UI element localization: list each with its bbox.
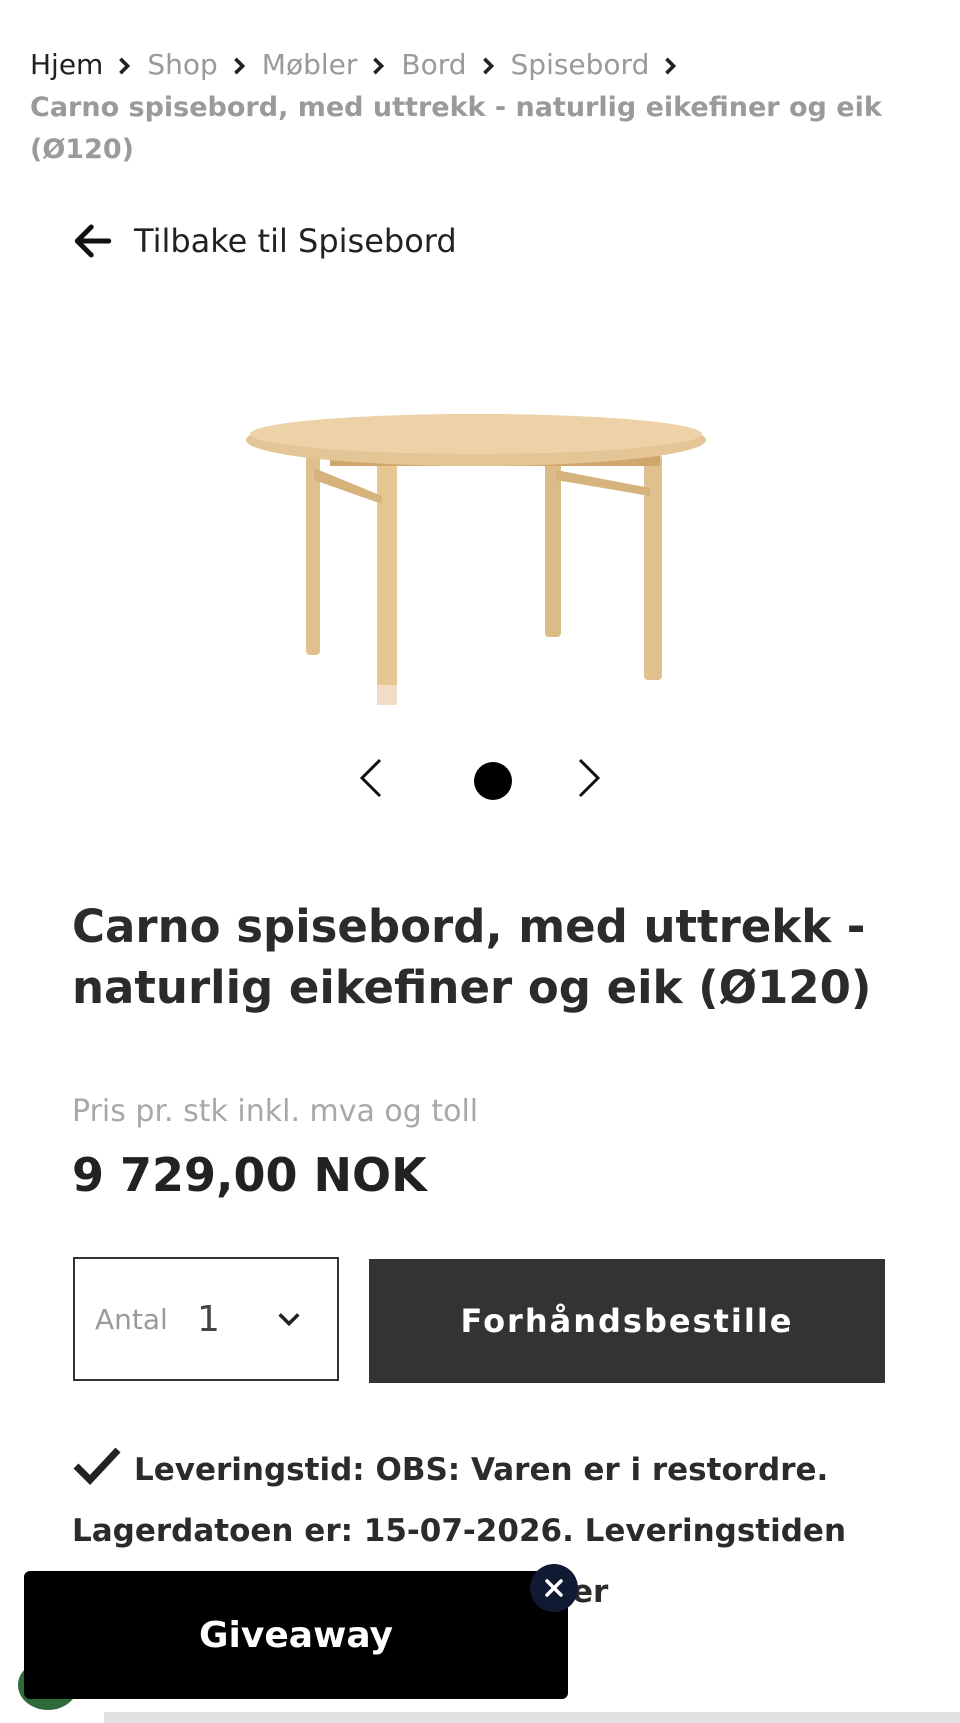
price: 9 729,00 NOK: [72, 1148, 427, 1202]
preorder-button[interactable]: Forhåndsbestille: [369, 1259, 885, 1383]
chevron-right-icon: [482, 57, 494, 75]
chevron-right-icon[interactable]: [574, 756, 604, 800]
carousel-dot-active[interactable]: [474, 762, 512, 800]
back-link[interactable]: Tilbake til Spisebord: [72, 220, 457, 262]
chevron-down-icon: [278, 1313, 300, 1327]
breadcrumb-bord[interactable]: Bord: [401, 48, 466, 81]
bottom-bar: [104, 1712, 960, 1723]
chevron-right-icon: [233, 57, 245, 75]
arrow-left-icon: [74, 224, 112, 258]
breadcrumb-shop[interactable]: Shop: [147, 48, 217, 81]
breadcrumb-current: Carno spisebord, med uttrekk - naturlig …: [30, 92, 882, 165]
quantity-select[interactable]: Antal 1: [73, 1257, 339, 1381]
breadcrumb: Hjem Shop Møbler Bord Spisebord Carno spisebo…: [30, 44, 910, 170]
price-label: Pris pr. stk inkl. mva og toll: [72, 1094, 479, 1129]
quantity-value: 1: [197, 1298, 220, 1340]
breadcrumb-mobler[interactable]: Møbler: [262, 48, 358, 81]
giveaway-close-button[interactable]: [530, 1564, 578, 1612]
checkmark-icon: [73, 1447, 121, 1486]
breadcrumb-spisebord[interactable]: Spisebord: [511, 48, 650, 81]
chevron-right-icon: [119, 57, 131, 75]
chevron-right-icon: [665, 57, 677, 75]
breadcrumb-home[interactable]: Hjem: [30, 48, 103, 81]
quantity-label: Antal: [95, 1302, 168, 1336]
giveaway-label: Giveaway: [199, 1614, 393, 1656]
product-image[interactable]: [240, 400, 720, 760]
chevron-right-icon: [373, 57, 385, 75]
giveaway-banner[interactable]: Giveaway: [24, 1571, 568, 1699]
delivery-text: Leveringstid: OBS: Varen er i restordre.…: [72, 1452, 847, 1549]
back-link-label: Tilbake til Spisebord: [134, 222, 457, 260]
chevron-left-icon[interactable]: [356, 756, 386, 800]
close-icon: [545, 1579, 563, 1597]
product-title: Carno spisebord, med uttrekk - naturlig …: [72, 900, 872, 1014]
